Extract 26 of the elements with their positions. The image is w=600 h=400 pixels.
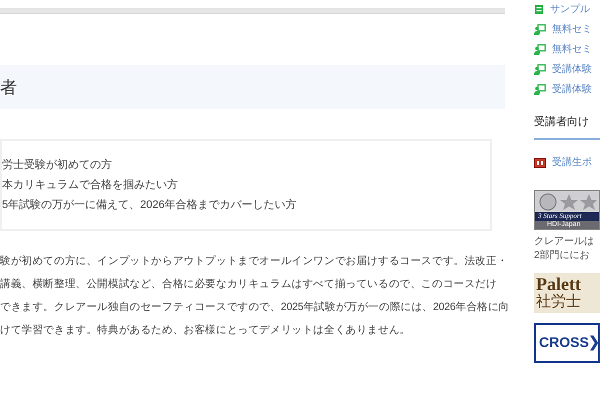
caption-line: クレアールは — [534, 234, 595, 248]
palette-banner[interactable]: Palett 社労士 — [534, 272, 600, 312]
description-line: 講義、横断整理、公開模試など、合格に必要なカリキュラムはすべて揃っているので、このコースだけ — [0, 277, 497, 292]
book-icon — [534, 4, 544, 15]
stars-icon — [539, 192, 597, 210]
caption-line: 2部門ににお — [534, 248, 591, 262]
sidebar-link[interactable]: サンプル — [534, 1, 600, 18]
sidebar-link[interactable]: 受講体験 — [534, 61, 600, 78]
presenter-icon — [534, 64, 546, 75]
description-line: けて学習できます。特典があるため、お客様にとってデメリットは全くありません。 — [0, 323, 410, 338]
sidebar-link[interactable]: 無料セミ — [534, 41, 600, 58]
pc-badge-icon — [534, 158, 546, 168]
list-item: 労士受験が初めての方 — [2, 158, 113, 172]
cross-banner[interactable]: CROSS — [534, 322, 600, 362]
presenter-icon — [534, 84, 546, 95]
presenter-icon — [534, 44, 546, 55]
sidebar-link[interactable]: 無料セミ — [534, 21, 600, 38]
description-line: 験が初めての方に、インプットからアウトプットまでオールインワンでお届けするコースです。法改正・ — [0, 254, 508, 269]
list-item: 本カリキュラムで合格を掴みたい方 — [2, 178, 179, 192]
sidebar-link[interactable]: 受講生ポ — [534, 156, 600, 170]
section-heading: 者 — [0, 78, 17, 96]
sidebar-link[interactable]: 受講体験 — [534, 81, 600, 98]
sidebar-heading: 受講者向け — [534, 114, 590, 130]
description-line: できます。クレアール独自のセーフティコースですので、2025年試験が万が一の際には、2026年合格に向 — [0, 300, 510, 315]
presenter-icon — [534, 24, 546, 35]
list-item: 5年試験の万が一に備えて、2026年合格までカバーしたい方 — [2, 198, 298, 212]
